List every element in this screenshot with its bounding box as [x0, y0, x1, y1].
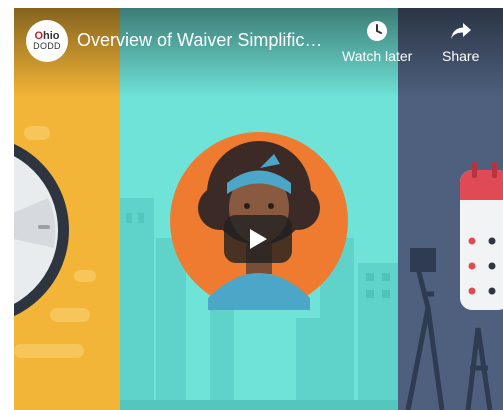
channel-logo[interactable]: Ohio DODD [26, 20, 68, 62]
watch-later-button[interactable]: Watch later [342, 20, 412, 64]
video-title[interactable]: Overview of Waiver Simplific… [77, 30, 335, 51]
share-label: Share [442, 48, 480, 64]
clock-icon [367, 21, 388, 41]
video-player[interactable]: Ohio DODD Overview of Waiver Simplific… … [14, 8, 503, 410]
play-button[interactable] [224, 215, 292, 263]
channel-logo-line2: DODD [33, 41, 61, 51]
share-arrow-icon [450, 23, 471, 39]
video-header: Ohio DODD Overview of Waiver Simplific… … [14, 8, 503, 80]
watch-later-label: Watch later [342, 48, 413, 64]
share-button[interactable]: Share [442, 20, 479, 64]
play-icon [250, 229, 267, 249]
